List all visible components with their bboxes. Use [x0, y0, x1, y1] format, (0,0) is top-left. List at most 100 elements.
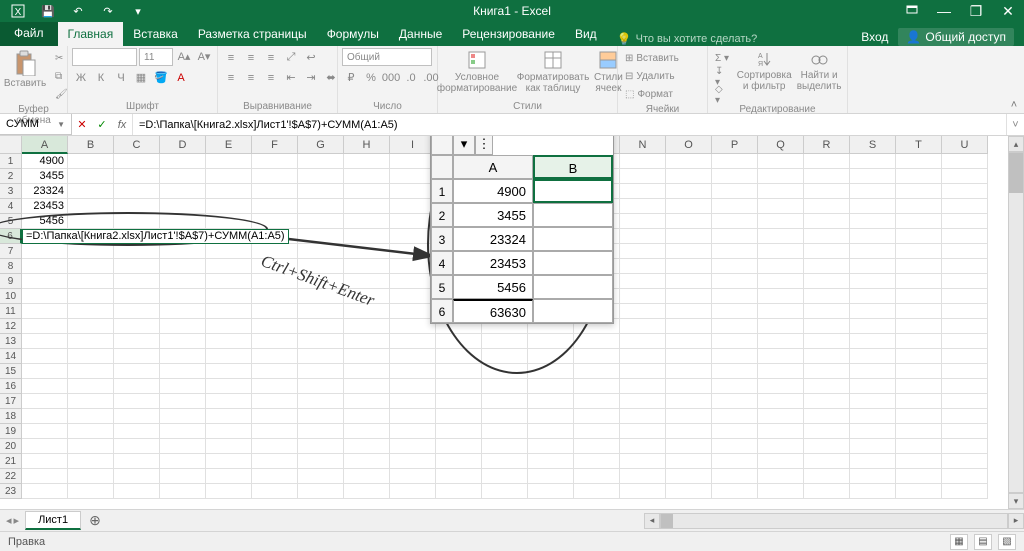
row-header-18[interactable]: 18 — [0, 409, 22, 424]
font-color-button[interactable]: A — [172, 69, 190, 86]
cell-E7[interactable] — [206, 244, 252, 259]
cell-T14[interactable] — [896, 349, 942, 364]
format-table-button[interactable]: Форматировать как таблицу — [518, 48, 588, 94]
cell-A7[interactable] — [22, 244, 68, 259]
cell-G11[interactable] — [298, 304, 344, 319]
row-header-15[interactable]: 15 — [0, 364, 22, 379]
cell-E21[interactable] — [206, 454, 252, 469]
cell-A2[interactable]: 3455 — [22, 169, 68, 184]
cell-B12[interactable] — [68, 319, 114, 334]
cell-B7[interactable] — [68, 244, 114, 259]
cell-D20[interactable] — [160, 439, 206, 454]
cell-A9[interactable] — [22, 274, 68, 289]
cell-N19[interactable] — [620, 424, 666, 439]
cell-C16[interactable] — [114, 379, 160, 394]
cell-E5[interactable] — [206, 214, 252, 229]
cell-M21[interactable] — [574, 454, 620, 469]
col-header-U[interactable]: U — [942, 136, 988, 154]
cell-G18[interactable] — [298, 409, 344, 424]
cell-C12[interactable] — [114, 319, 160, 334]
cell-H8[interactable] — [344, 259, 390, 274]
cell-S17[interactable] — [850, 394, 896, 409]
cell-G7[interactable] — [298, 244, 344, 259]
cell-K17[interactable] — [482, 394, 528, 409]
ribbon-options-button[interactable] — [896, 0, 928, 22]
cell-C2[interactable] — [114, 169, 160, 184]
cell-C4[interactable] — [114, 199, 160, 214]
cell-E4[interactable] — [206, 199, 252, 214]
cell-R21[interactable] — [804, 454, 850, 469]
cell-N3[interactable] — [620, 184, 666, 199]
cell-F11[interactable] — [252, 304, 298, 319]
align-left-button[interactable]: ≡ — [222, 69, 240, 86]
cell-B18[interactable] — [68, 409, 114, 424]
cell-J14[interactable] — [436, 349, 482, 364]
cell-H12[interactable] — [344, 319, 390, 334]
cell-P22[interactable] — [712, 469, 758, 484]
find-select-button[interactable]: Найти и выделить — [795, 48, 843, 92]
comma-button[interactable]: 000 — [382, 69, 400, 86]
row-header-19[interactable]: 19 — [0, 424, 22, 439]
cell-H11[interactable] — [344, 304, 390, 319]
cell-N12[interactable] — [620, 319, 666, 334]
cell-B14[interactable] — [68, 349, 114, 364]
cell-F15[interactable] — [252, 364, 298, 379]
cell-G15[interactable] — [298, 364, 344, 379]
cell-F14[interactable] — [252, 349, 298, 364]
cell-G5[interactable] — [298, 214, 344, 229]
cell-U20[interactable] — [942, 439, 988, 454]
cell-I16[interactable] — [390, 379, 436, 394]
cell-T22[interactable] — [896, 469, 942, 484]
cell-I22[interactable] — [390, 469, 436, 484]
cell-H17[interactable] — [344, 394, 390, 409]
cell-G13[interactable] — [298, 334, 344, 349]
cell-D5[interactable] — [160, 214, 206, 229]
vertical-scrollbar[interactable]: ▴ ▾ — [1008, 136, 1024, 509]
cell-E20[interactable] — [206, 439, 252, 454]
cell-Q17[interactable] — [758, 394, 804, 409]
cell-B19[interactable] — [68, 424, 114, 439]
cell-C13[interactable] — [114, 334, 160, 349]
cell-K15[interactable] — [482, 364, 528, 379]
cell-T5[interactable] — [896, 214, 942, 229]
cell-U2[interactable] — [942, 169, 988, 184]
cell-F18[interactable] — [252, 409, 298, 424]
view-page-break-button[interactable]: ▧ — [998, 534, 1016, 550]
cell-N4[interactable] — [620, 199, 666, 214]
row-header-5[interactable]: 5 — [0, 214, 22, 229]
cell-S14[interactable] — [850, 349, 896, 364]
cell-Q2[interactable] — [758, 169, 804, 184]
row-header-17[interactable]: 17 — [0, 394, 22, 409]
cell-O7[interactable] — [666, 244, 712, 259]
cell-U9[interactable] — [942, 274, 988, 289]
cell-F22[interactable] — [252, 469, 298, 484]
tab-data[interactable]: Данные — [389, 22, 452, 46]
cell-B20[interactable] — [68, 439, 114, 454]
cell-J16[interactable] — [436, 379, 482, 394]
cell-E9[interactable] — [206, 274, 252, 289]
cell-P5[interactable] — [712, 214, 758, 229]
cell-U14[interactable] — [942, 349, 988, 364]
cell-H22[interactable] — [344, 469, 390, 484]
cell-G1[interactable] — [298, 154, 344, 169]
cell-N10[interactable] — [620, 289, 666, 304]
cell-G19[interactable] — [298, 424, 344, 439]
cell-A10[interactable] — [22, 289, 68, 304]
cell-P15[interactable] — [712, 364, 758, 379]
cell-S19[interactable] — [850, 424, 896, 439]
col-header-D[interactable]: D — [160, 136, 206, 154]
cell-Q21[interactable] — [758, 454, 804, 469]
cell-Q9[interactable] — [758, 274, 804, 289]
cell-Q22[interactable] — [758, 469, 804, 484]
tab-insert[interactable]: Вставка — [123, 22, 188, 46]
cell-G3[interactable] — [298, 184, 344, 199]
name-box[interactable]: СУММ ▼ — [0, 114, 72, 135]
spreadsheet-grid[interactable]: ABCDEFGHIJKLMNOPQRSTU 123456789101112131… — [0, 136, 1024, 509]
cell-F21[interactable] — [252, 454, 298, 469]
insert-cells-button[interactable]: ⊞Вставить — [622, 50, 682, 67]
col-header-N[interactable]: N — [620, 136, 666, 154]
cell-A11[interactable] — [22, 304, 68, 319]
cell-O8[interactable] — [666, 259, 712, 274]
cell-A21[interactable] — [22, 454, 68, 469]
minimize-button[interactable]: — — [928, 0, 960, 22]
